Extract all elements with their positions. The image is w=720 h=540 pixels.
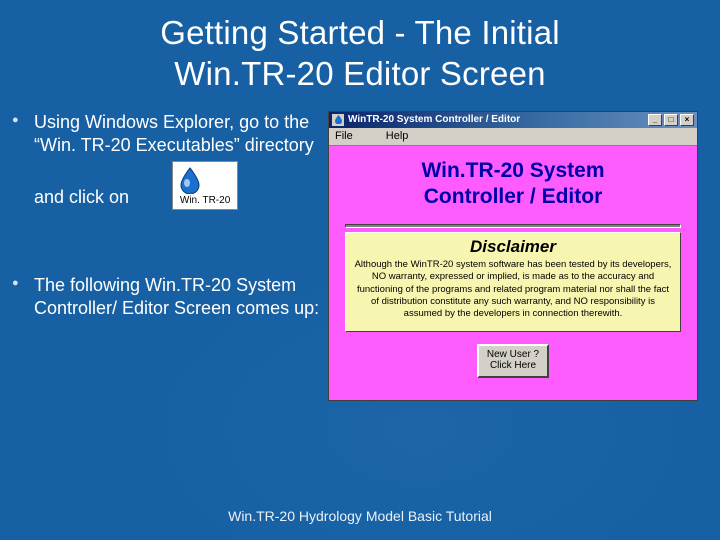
- slide-title: Getting Started - The Initial Win.TR-20 …: [0, 0, 720, 101]
- menu-file[interactable]: File: [335, 130, 353, 142]
- disclaimer-panel: Disclaimer Although the WinTR-20 system …: [345, 232, 681, 332]
- footer-text: Win.TR-20 Hydrology Model Basic Tutorial: [0, 508, 720, 524]
- window-app-icon: [332, 114, 344, 126]
- app-heading-line2: Controller / Editor: [424, 185, 603, 208]
- menu-help[interactable]: Help: [386, 130, 409, 142]
- new-user-line1: New User ?: [487, 349, 539, 360]
- bullet-list: Using Windows Explorer, go to the “Win. …: [10, 111, 320, 321]
- title-line-2: Win.TR-20 Editor Screen: [174, 55, 545, 92]
- close-icon: ×: [685, 116, 690, 124]
- app-window: WinTR-20 System Controller / Editor _ □ …: [328, 111, 698, 401]
- app-shortcut-icon: Win. TR-20: [172, 161, 238, 211]
- maximize-icon: □: [669, 116, 674, 124]
- list-item: The following Win.TR-20 System Controlle…: [10, 274, 320, 320]
- app-body: Win.TR-20 System Controller / Editor Dis…: [329, 146, 697, 400]
- app-icon-caption: Win. TR-20: [180, 195, 230, 206]
- bullet-text-2: The following Win.TR-20 System Controlle…: [34, 275, 319, 318]
- window-title: WinTR-20 System Controller / Editor: [348, 114, 520, 125]
- maximize-button[interactable]: □: [664, 114, 678, 126]
- new-user-button[interactable]: New User ? Click Here: [477, 344, 549, 378]
- new-user-line2: Click Here: [490, 360, 536, 371]
- menu-bar: File Help: [329, 128, 697, 146]
- disclaimer-heading: Disclaimer: [354, 237, 672, 257]
- title-line-1: Getting Started - The Initial: [160, 14, 560, 51]
- app-heading: Win.TR-20 System Controller / Editor: [337, 158, 689, 211]
- app-heading-line1: Win.TR-20 System: [421, 159, 604, 182]
- disclaimer-text: Although the WinTR-20 system software ha…: [354, 259, 672, 321]
- divider: [345, 224, 681, 228]
- list-item: Using Windows Explorer, go to the “Win. …: [10, 111, 320, 211]
- waterdrop-icon: [175, 166, 235, 194]
- close-button[interactable]: ×: [680, 114, 694, 126]
- right-column: WinTR-20 System Controller / Editor _ □ …: [328, 111, 708, 401]
- window-titlebar[interactable]: WinTR-20 System Controller / Editor _ □ …: [329, 112, 697, 128]
- minimize-icon: _: [653, 116, 657, 124]
- left-column: Using Windows Explorer, go to the “Win. …: [10, 111, 320, 401]
- minimize-button[interactable]: _: [648, 114, 662, 126]
